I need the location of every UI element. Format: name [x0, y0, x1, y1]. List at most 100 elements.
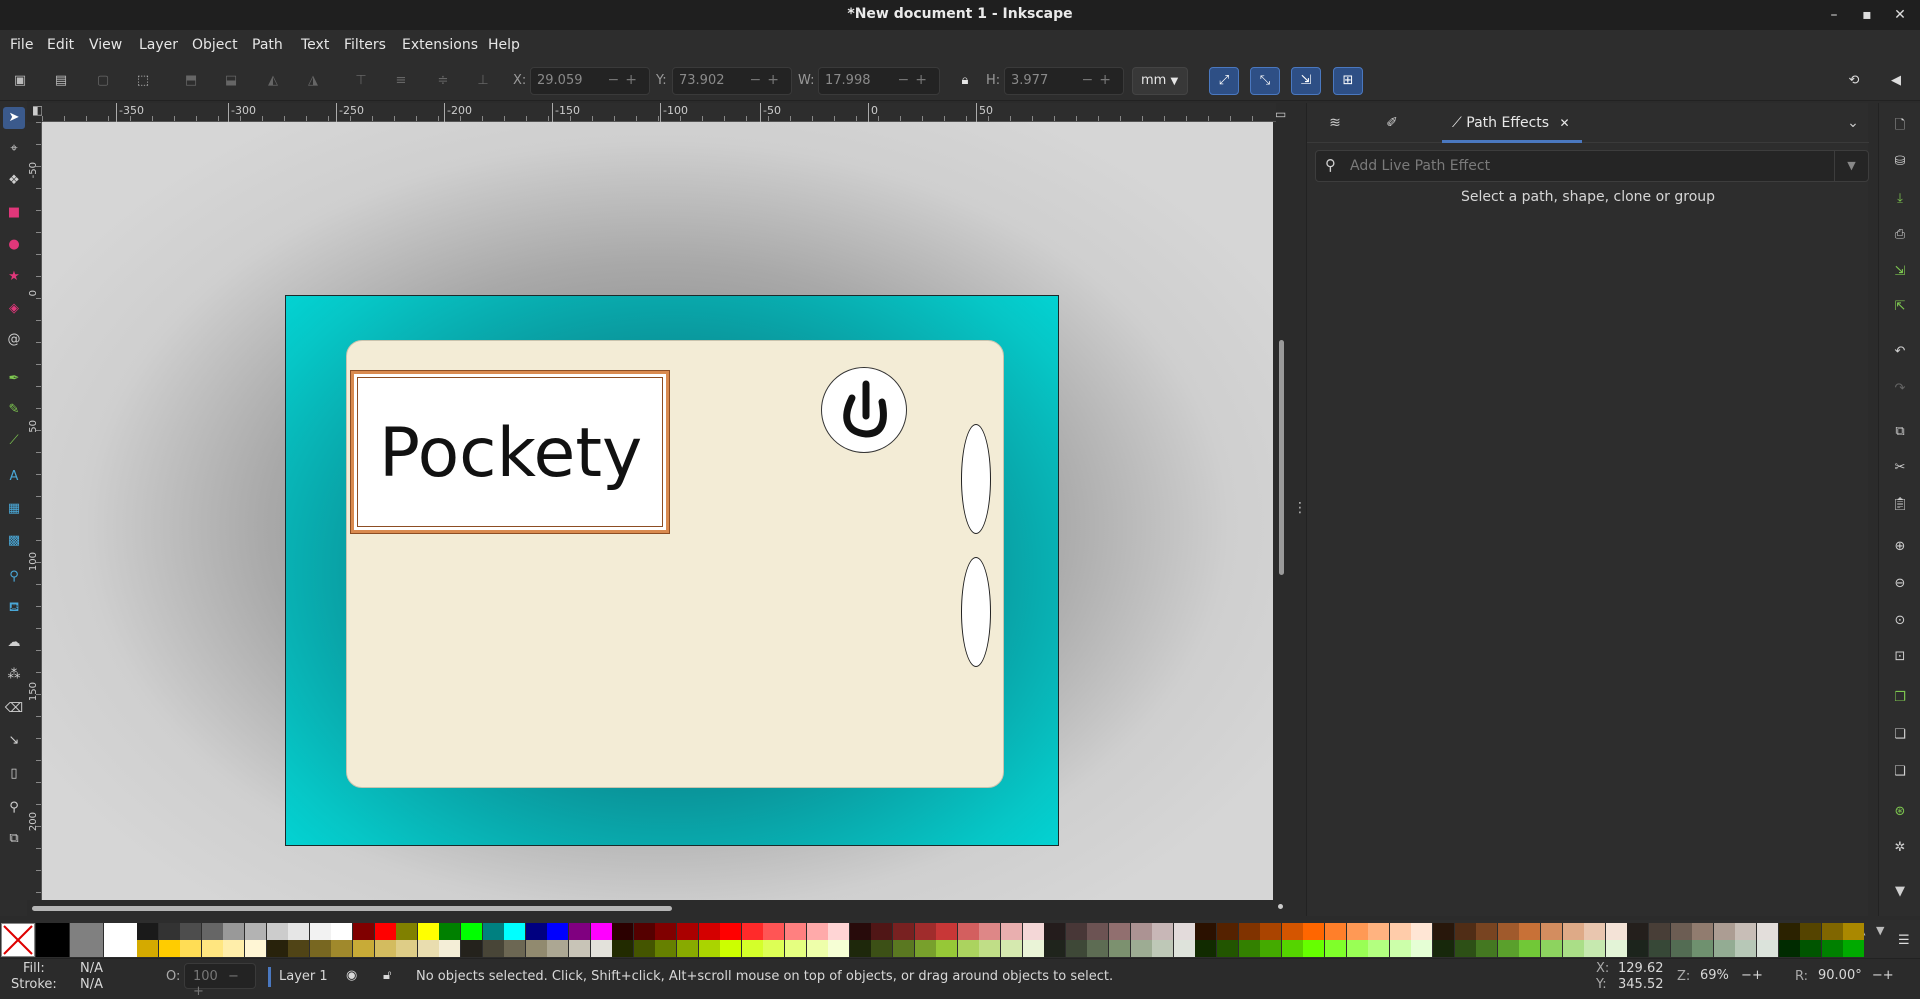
save-icon[interactable]: ⤓ [1889, 188, 1911, 210]
color-swatch[interactable] [396, 940, 418, 957]
rotate-stepper-icon[interactable]: −+ [1872, 968, 1894, 983]
color-swatch[interactable] [547, 940, 569, 957]
color-swatch[interactable] [1303, 940, 1325, 957]
panel-menu-chevron-icon[interactable]: ⌄ [1843, 111, 1863, 135]
palette-menu-icon[interactable]: ☰ [1898, 933, 1910, 948]
select-all-icon[interactable]: ▣ [9, 70, 31, 92]
color-swatch[interactable] [482, 940, 504, 957]
oval-top[interactable] [961, 424, 991, 534]
measure-tool-icon[interactable]: ⧉ [3, 828, 25, 850]
minimize-icon[interactable]: – [1824, 5, 1844, 25]
color-swatch[interactable] [1541, 940, 1562, 957]
color-swatch[interactable] [1346, 923, 1368, 940]
color-swatch[interactable] [957, 923, 979, 940]
color-swatch[interactable] [439, 923, 461, 940]
maximize-icon[interactable]: ▪ [1857, 5, 1877, 25]
color-swatch[interactable] [1713, 940, 1735, 957]
color-swatch[interactable] [1476, 940, 1498, 957]
horizontal-scrollbar[interactable] [32, 906, 672, 911]
color-swatch[interactable] [698, 940, 720, 957]
color-swatch[interactable] [828, 923, 850, 940]
node-tool-icon[interactable]: ⌖ [3, 138, 25, 160]
color-swatch[interactable] [1065, 923, 1087, 940]
3d-box-tool-icon[interactable]: ◈ [3, 298, 25, 320]
color-swatch[interactable] [1109, 940, 1130, 957]
color-swatch[interactable] [1757, 923, 1778, 940]
color-swatch[interactable] [1087, 923, 1109, 940]
color-swatch[interactable] [1800, 923, 1822, 940]
copy-icon[interactable]: ⧉ [1889, 421, 1911, 443]
color-swatch[interactable] [525, 940, 547, 957]
fill-value[interactable]: N/A [80, 961, 103, 976]
duplicate-icon[interactable]: ❐ [1889, 687, 1911, 709]
canvas[interactable]: Pockety [42, 122, 1273, 900]
flip-horizontal-icon[interactable]: ◭ [262, 70, 284, 92]
pen-tool-icon[interactable]: ✒ [3, 368, 25, 390]
color-swatch[interactable] [612, 940, 634, 957]
scale-stroke-button[interactable]: ⤢ [1209, 67, 1239, 95]
color-swatch[interactable] [1130, 940, 1152, 957]
color-swatch[interactable] [353, 923, 374, 940]
color-swatch[interactable] [137, 923, 158, 940]
align-top-icon[interactable]: ⊤ [350, 70, 372, 92]
color-swatch[interactable] [720, 940, 742, 957]
color-swatch[interactable] [785, 923, 806, 940]
more-chevron-icon[interactable]: ▼ [1889, 881, 1911, 903]
color-swatch[interactable] [1433, 940, 1454, 957]
color-swatch[interactable] [914, 923, 936, 940]
color-swatch[interactable] [245, 923, 266, 940]
color-swatch[interactable] [1454, 923, 1476, 940]
rotate-field[interactable]: 90.00° −+ [1812, 963, 1916, 989]
x-stepper-icon[interactable]: −+ [608, 72, 643, 88]
color-swatch[interactable] [1649, 940, 1670, 957]
color-swatch[interactable] [655, 923, 677, 940]
units-select[interactable]: mm ▼ [1132, 67, 1188, 95]
color-swatch[interactable] [201, 923, 223, 940]
color-swatch[interactable] [1562, 940, 1584, 957]
zoom-page-icon[interactable]: ⊙ [1889, 610, 1911, 632]
zoom-selection-icon[interactable]: ⊕ [1889, 536, 1911, 558]
layers-tab-icon[interactable]: ≋ [1323, 111, 1347, 135]
color-swatch[interactable] [1778, 940, 1800, 957]
color-swatch[interactable] [849, 940, 871, 957]
new-document-icon[interactable]: 🗋︎ [1889, 115, 1911, 137]
color-swatch[interactable] [871, 923, 893, 940]
menu-text[interactable]: Text [301, 37, 329, 53]
export-icon[interactable]: ⇱ [1889, 296, 1911, 318]
color-swatch[interactable] [655, 940, 677, 957]
color-swatch[interactable] [1022, 923, 1044, 940]
color-swatch[interactable] [1195, 940, 1217, 957]
color-swatch[interactable] [633, 940, 655, 957]
color-swatch[interactable] [1584, 940, 1606, 957]
color-swatch[interactable] [1670, 923, 1692, 940]
layer-lock-icon[interactable]: 🔓︎ [383, 968, 391, 983]
color-swatch[interactable] [1281, 923, 1303, 940]
color-swatch[interactable] [1001, 923, 1022, 940]
color-swatch[interactable] [1843, 940, 1865, 957]
align-middle-icon[interactable]: ≑ [432, 70, 454, 92]
zoom-drawing-icon[interactable]: ⊖ [1889, 573, 1911, 595]
color-swatch[interactable] [374, 940, 396, 957]
color-swatch[interactable] [1605, 940, 1627, 957]
zoom-field[interactable]: 69% −+ [1694, 963, 1774, 989]
color-swatch[interactable] [893, 940, 914, 957]
fill-stroke-tab-icon[interactable]: ✐ [1380, 111, 1404, 135]
layer-visibility-icon[interactable]: ◉ [346, 968, 357, 983]
color-swatch[interactable] [763, 923, 785, 940]
align-bottom-icon[interactable]: ⊥ [472, 70, 494, 92]
pages-tool-icon[interactable]: ▯ [3, 763, 25, 785]
paint-bucket-tool-icon[interactable]: ⛾ [3, 597, 25, 619]
color-swatch[interactable] [396, 923, 418, 940]
print-icon[interactable]: ⎙ [1889, 224, 1911, 246]
color-swatch[interactable] [806, 940, 828, 957]
pencil-tool-icon[interactable]: ✎ [3, 399, 25, 421]
y-field[interactable]: 73.902 −+ [672, 67, 792, 95]
card-shape[interactable]: Pockety [346, 340, 1004, 788]
tweak-tool-icon[interactable]: ❖ [3, 170, 25, 192]
color-swatch[interactable] [893, 923, 914, 940]
x-field[interactable]: 29.059 −+ [530, 67, 650, 95]
color-swatch[interactable] [137, 940, 158, 957]
color-swatch[interactable] [331, 923, 353, 940]
color-swatch[interactable] [741, 923, 763, 940]
color-swatch[interactable] [547, 923, 569, 940]
